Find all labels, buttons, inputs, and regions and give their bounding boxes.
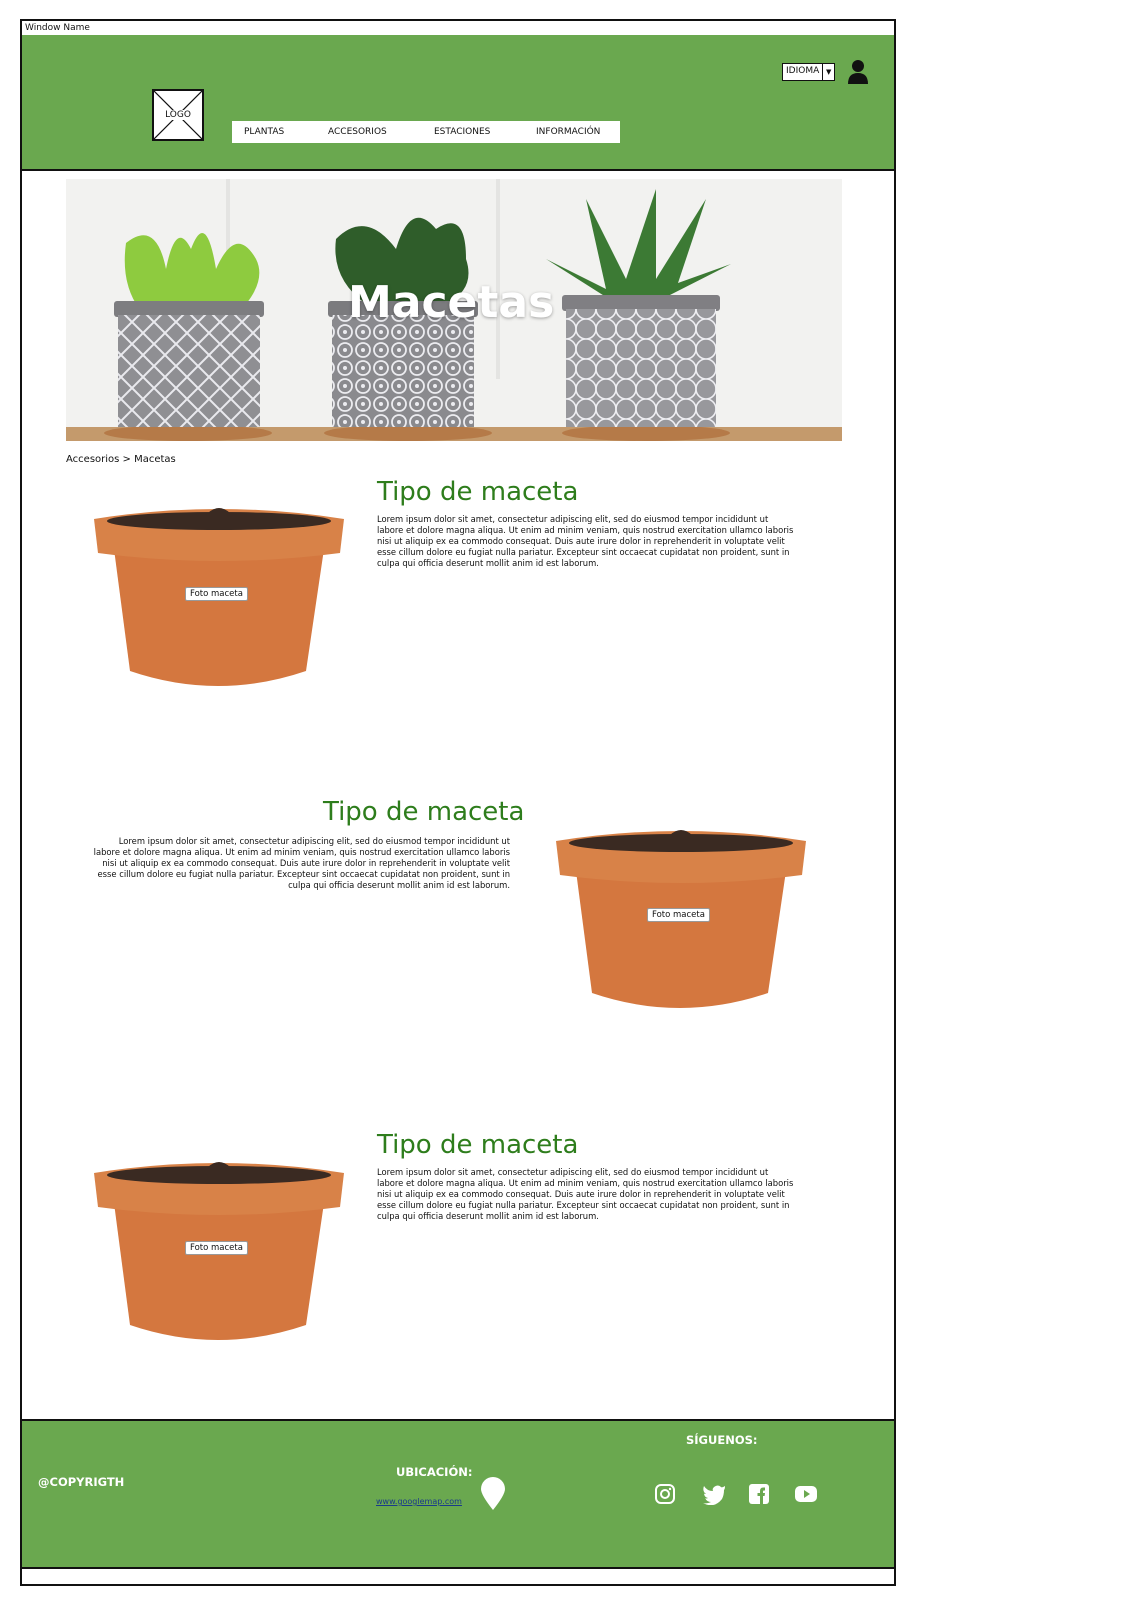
chevron-down-icon: ▼: [822, 64, 834, 80]
nav-item-estaciones[interactable]: ESTACIONES: [434, 127, 490, 137]
twitter-icon[interactable]: [702, 1483, 726, 1505]
product-description: Lorem ipsum dolor sit amet, consectetur …: [377, 1167, 794, 1221]
language-select-label: IDIOMA: [786, 66, 820, 76]
main-nav: PLANTAS ACCESORIOS ESTACIONES INFORMACIÓ…: [232, 121, 620, 143]
product-description: Lorem ipsum dolor sit amet, consectetur …: [93, 836, 510, 890]
user-icon[interactable]: [848, 59, 868, 85]
hero-banner: Macetas: [66, 179, 842, 441]
nav-item-plantas[interactable]: PLANTAS: [244, 127, 284, 137]
location-label: UBICACIÓN:: [396, 1465, 473, 1479]
language-select[interactable]: IDIOMA ▼: [782, 63, 836, 81]
hero-title: Macetas: [348, 277, 555, 328]
copyright-text: @COPYRIGTH: [38, 1475, 125, 1489]
browser-window: Window Name LOGO PLANTAS ACCESORIOS ESTA…: [20, 19, 896, 1586]
pot-image-label: Foto maceta: [185, 587, 248, 601]
location-link[interactable]: www.googlemap.com: [376, 1497, 462, 1506]
follow-label: SÍGUENOS:: [686, 1433, 758, 1447]
logo-text: LOGO: [163, 110, 193, 120]
site-header: LOGO PLANTAS ACCESORIOS ESTACIONES INFOR…: [22, 35, 894, 171]
pot-image-label: Foto maceta: [185, 1241, 248, 1255]
breadcrumb[interactable]: Accesorios > Macetas: [66, 454, 176, 465]
logo[interactable]: LOGO: [152, 89, 204, 141]
nav-item-informacion[interactable]: INFORMACIÓN: [536, 127, 600, 137]
product-description: Lorem ipsum dolor sit amet, consectetur …: [377, 514, 794, 568]
map-pin-icon[interactable]: [480, 1477, 506, 1511]
product-title: Tipo de maceta: [377, 1130, 579, 1160]
site-footer: @COPYRIGTH UBICACIÓN: www.googlemap.com …: [22, 1419, 894, 1569]
facebook-icon[interactable]: [748, 1483, 770, 1505]
instagram-icon[interactable]: [654, 1483, 676, 1505]
nav-item-accesorios[interactable]: ACCESORIOS: [328, 127, 387, 137]
pot-image-label: Foto maceta: [647, 908, 710, 922]
product-title: Tipo de maceta: [377, 477, 579, 507]
youtube-icon[interactable]: [794, 1483, 818, 1505]
product-title: Tipo de maceta: [323, 797, 525, 827]
